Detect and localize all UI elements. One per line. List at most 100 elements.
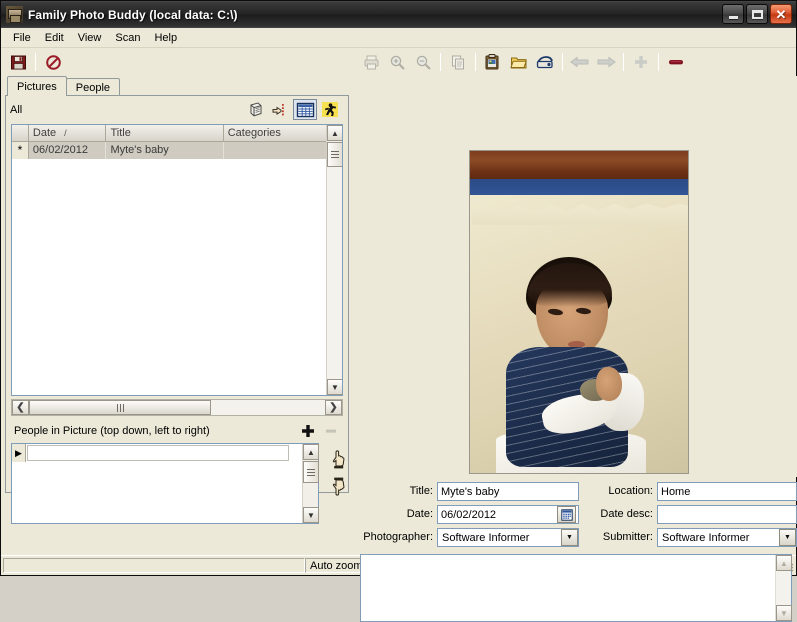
hand-point-icon xyxy=(272,104,284,116)
people-vertical-scrollbar[interactable]: ▲ ▼ xyxy=(302,444,319,523)
assign-people-button[interactable] xyxy=(268,99,292,120)
save-button[interactable] xyxy=(5,50,31,74)
notes-scroll-down-button[interactable]: ▼ xyxy=(776,605,792,621)
back-button[interactable] xyxy=(567,50,593,74)
row-title[interactable]: Myte's baby xyxy=(106,142,224,159)
row-categories[interactable] xyxy=(224,142,342,159)
people-scroll-thumb[interactable] xyxy=(303,461,319,483)
grid-header-categories[interactable]: Categories xyxy=(223,125,342,141)
copy-button[interactable] xyxy=(445,50,471,74)
chevron-down-icon[interactable]: ▼ xyxy=(561,529,578,546)
hscroll-thumb[interactable] xyxy=(29,400,211,415)
minimize-button[interactable] xyxy=(722,4,744,24)
remove-person-button[interactable] xyxy=(322,423,340,439)
move-person-up-button[interactable] xyxy=(328,448,348,470)
grid-header-date[interactable]: Date / xyxy=(28,125,107,141)
zoom-in-icon xyxy=(390,55,405,70)
title-input[interactable]: Myte's baby xyxy=(437,481,579,501)
tab-strip: Pictures People xyxy=(7,76,121,96)
menu-edit[interactable]: Edit xyxy=(38,29,71,47)
menu-bar: File Edit View Scan Help xyxy=(1,28,796,48)
app-photo-icon xyxy=(6,6,23,23)
pictures-tab-panel: All Date / Title Categories * 06/02/2012… xyxy=(5,95,349,524)
grid-header-marker[interactable] xyxy=(12,125,29,141)
date-desc-label: Date desc: xyxy=(600,508,653,520)
grid-header-title[interactable]: Title xyxy=(106,125,224,141)
save-icon xyxy=(10,55,26,69)
menu-file[interactable]: File xyxy=(6,29,38,47)
toolbar-separator-5 xyxy=(623,53,624,71)
calendar-picker-button[interactable] xyxy=(557,506,576,523)
close-icon: ✕ xyxy=(775,6,787,22)
table-row[interactable]: * 06/02/2012 Myte's baby xyxy=(12,142,342,159)
print-icon xyxy=(364,55,378,69)
copy-icon xyxy=(451,55,464,69)
zoom-out-button[interactable] xyxy=(410,50,436,74)
grid-view-icon xyxy=(296,102,314,117)
people-name-input[interactable] xyxy=(27,445,289,461)
photo-image[interactable] xyxy=(469,150,689,474)
main-toolbar xyxy=(1,48,796,76)
maximize-icon xyxy=(751,9,763,19)
people-in-picture-list[interactable]: ▶ ▲ ▼ xyxy=(11,443,319,524)
row-date[interactable]: 06/02/2012 xyxy=(29,142,107,159)
tab-pictures[interactable]: Pictures xyxy=(7,76,67,96)
notes-text-content[interactable] xyxy=(361,555,775,621)
cube-view-button[interactable] xyxy=(243,99,267,120)
close-button[interactable]: ✕ xyxy=(770,4,792,24)
delete-button[interactable] xyxy=(663,50,689,74)
date-input[interactable]: 06/02/2012 xyxy=(437,504,579,524)
location-input[interactable]: Home xyxy=(657,481,797,501)
hscroll-left-button[interactable]: ❮ xyxy=(12,400,29,415)
menu-help[interactable]: Help xyxy=(147,29,184,47)
location-field-row: Location: Home xyxy=(587,481,797,501)
people-list-body: ▶ xyxy=(12,444,302,523)
paste-picture-button[interactable] xyxy=(480,50,506,74)
submitter-label: Submitter: xyxy=(602,531,653,543)
print-button[interactable] xyxy=(358,50,384,74)
toolbar-separator-2 xyxy=(440,53,441,71)
grid-horizontal-scrollbar[interactable]: ❮ ❯ xyxy=(11,399,343,416)
people-view-button[interactable] xyxy=(318,99,342,120)
move-person-down-button[interactable] xyxy=(328,475,348,497)
scroll-track[interactable] xyxy=(327,167,342,379)
menu-view[interactable]: View xyxy=(71,29,109,47)
forward-arrow-icon xyxy=(597,56,616,68)
hscroll-right-button[interactable]: ❯ xyxy=(325,400,342,415)
scanner-button[interactable] xyxy=(532,50,558,74)
scroll-down-button[interactable]: ▼ xyxy=(327,379,342,395)
cube-icon xyxy=(250,102,261,117)
date-desc-input[interactable] xyxy=(657,504,797,524)
people-scroll-down-button[interactable]: ▼ xyxy=(303,507,319,523)
notes-textarea[interactable]: ▲ ▼ xyxy=(360,554,792,622)
photographer-select[interactable]: Software Informer ▼ xyxy=(437,527,579,547)
people-reorder-buttons xyxy=(328,448,348,497)
people-scroll-up-button[interactable]: ▲ xyxy=(303,444,319,460)
hscroll-grip-icon xyxy=(116,403,124,412)
add-button[interactable] xyxy=(628,50,654,74)
forward-button[interactable] xyxy=(593,50,619,74)
pictures-grid[interactable]: Date / Title Categories * 06/02/2012 Myte… xyxy=(11,124,343,396)
submitter-select[interactable]: Software Informer ▼ xyxy=(657,527,797,547)
scroll-thumb[interactable] xyxy=(327,142,342,167)
chevron-down-icon-2[interactable]: ▼ xyxy=(779,529,796,546)
grid-view-button[interactable] xyxy=(293,99,317,120)
date-desc-field-row: Date desc: xyxy=(587,504,797,524)
scroll-grip-icon xyxy=(331,151,339,158)
tab-people[interactable]: People xyxy=(65,78,121,96)
add-person-button[interactable] xyxy=(299,423,317,439)
view-mode-buttons xyxy=(243,99,342,120)
maximize-button[interactable] xyxy=(746,4,768,24)
cancel-button[interactable] xyxy=(40,50,66,74)
grid-vertical-scrollbar[interactable]: ▲ ▼ xyxy=(326,125,342,395)
notes-vertical-scrollbar[interactable]: ▲ ▼ xyxy=(775,555,792,621)
scroll-up-button[interactable]: ▲ xyxy=(327,125,342,141)
plus-icon xyxy=(302,425,314,437)
open-folder-button[interactable] xyxy=(506,50,532,74)
menu-scan[interactable]: Scan xyxy=(108,29,147,47)
notes-scroll-up-button[interactable]: ▲ xyxy=(776,555,792,571)
zoom-in-button[interactable] xyxy=(384,50,410,74)
photo-preview-area[interactable] xyxy=(355,76,797,477)
application-window: Family Photo Buddy (local data: C:\) ✕ F… xyxy=(0,0,797,622)
grid-header-date-label: Date xyxy=(32,127,57,139)
